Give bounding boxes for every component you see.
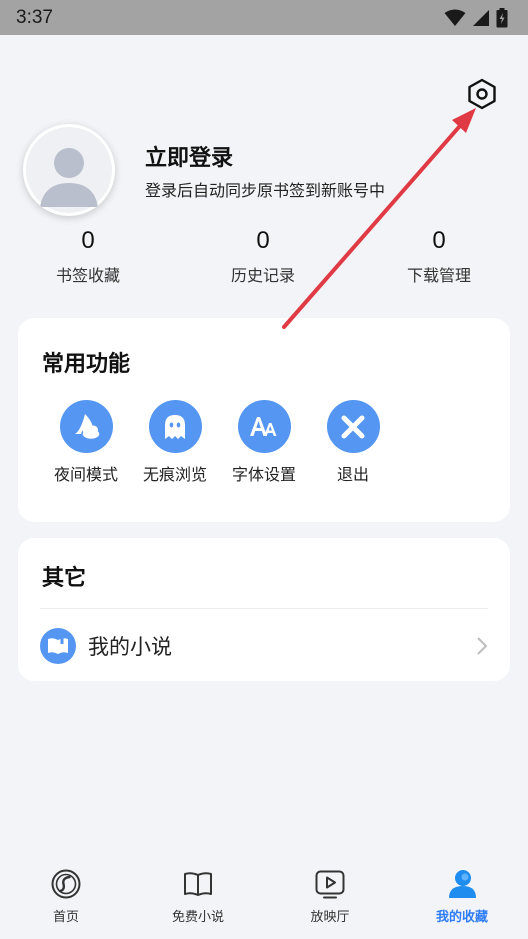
avatar[interactable] <box>23 124 115 216</box>
login-subtitle: 登录后自动同步原书签到新账号中 <box>145 181 386 200</box>
nav-theater-label: 放映厅 <box>310 910 350 925</box>
home-icon <box>6 867 126 901</box>
common-functions-title: 常用功能 <box>42 352 131 377</box>
stat-value: 0 <box>432 227 446 254</box>
ghost-icon <box>148 400 202 453</box>
stat-value: 0 <box>81 227 95 254</box>
stat-label: 书签收藏 <box>55 266 120 285</box>
nav-free-novels[interactable]: 免费小说 <box>138 867 258 925</box>
logout-label: 退出 <box>336 465 369 484</box>
logout-button[interactable]: 退出 <box>308 400 398 485</box>
nav-free-novels-label: 免费小说 <box>171 910 224 925</box>
stat-label: 历史记录 <box>230 266 295 285</box>
common-functions-card: 常用功能 夜间模式 无痕浏览 字体设置 退出 <box>18 318 510 522</box>
stat-downloads[interactable]: 0 下载管理 <box>379 226 499 286</box>
login-title[interactable]: 立即登录 <box>145 140 233 172</box>
stat-bookmarks[interactable]: 0 书签收藏 <box>28 226 148 286</box>
font-settings-button[interactable]: 字体设置 <box>219 400 309 485</box>
night-mode-button[interactable]: 夜间模式 <box>41 400 131 485</box>
nav-my-collection[interactable]: 我的收藏 <box>402 867 522 925</box>
incognito-button[interactable]: 无痕浏览 <box>130 400 220 485</box>
user-icon <box>402 867 522 901</box>
chevron-right-icon <box>477 637 488 655</box>
bottom-nav: 首页 免费小说 放映厅 我的收藏 <box>0 855 528 939</box>
night-mode-label: 夜间模式 <box>53 465 118 484</box>
nav-home-label: 首页 <box>52 910 79 925</box>
battery-icon <box>496 7 508 27</box>
font-settings-label: 字体设置 <box>231 465 296 484</box>
signal-icon <box>473 9 489 26</box>
my-novels-label: 我的小说 <box>88 635 172 659</box>
stat-value: 0 <box>256 227 270 254</box>
settings-button[interactable] <box>464 76 500 112</box>
font-icon <box>237 400 291 453</box>
stat-label: 下载管理 <box>406 266 471 285</box>
my-novels-item[interactable]: 我的小说 <box>18 618 510 674</box>
divider <box>40 608 488 609</box>
other-title: 其它 <box>42 566 87 591</box>
default-avatar-icon <box>26 127 112 213</box>
status-time: 3:37 <box>16 6 53 28</box>
play-icon <box>270 867 390 901</box>
night-mode-icon <box>59 400 113 453</box>
nav-my-collection-label: 我的收藏 <box>435 910 488 925</box>
other-card: 其它 我的小说 <box>18 538 510 681</box>
book-icon <box>40 628 76 664</box>
open-book-icon <box>138 867 258 901</box>
close-icon <box>326 400 380 453</box>
settings-hexagon-icon <box>468 78 496 110</box>
stat-history[interactable]: 0 历史记录 <box>203 226 323 286</box>
incognito-label: 无痕浏览 <box>142 465 207 484</box>
status-icons <box>444 7 508 28</box>
wifi-icon <box>444 9 466 26</box>
nav-home[interactable]: 首页 <box>6 867 126 925</box>
stats-row: 0 书签收藏 0 历史记录 0 下载管理 <box>0 226 528 290</box>
status-bar: 3:37 <box>0 0 528 35</box>
nav-theater[interactable]: 放映厅 <box>270 867 390 925</box>
